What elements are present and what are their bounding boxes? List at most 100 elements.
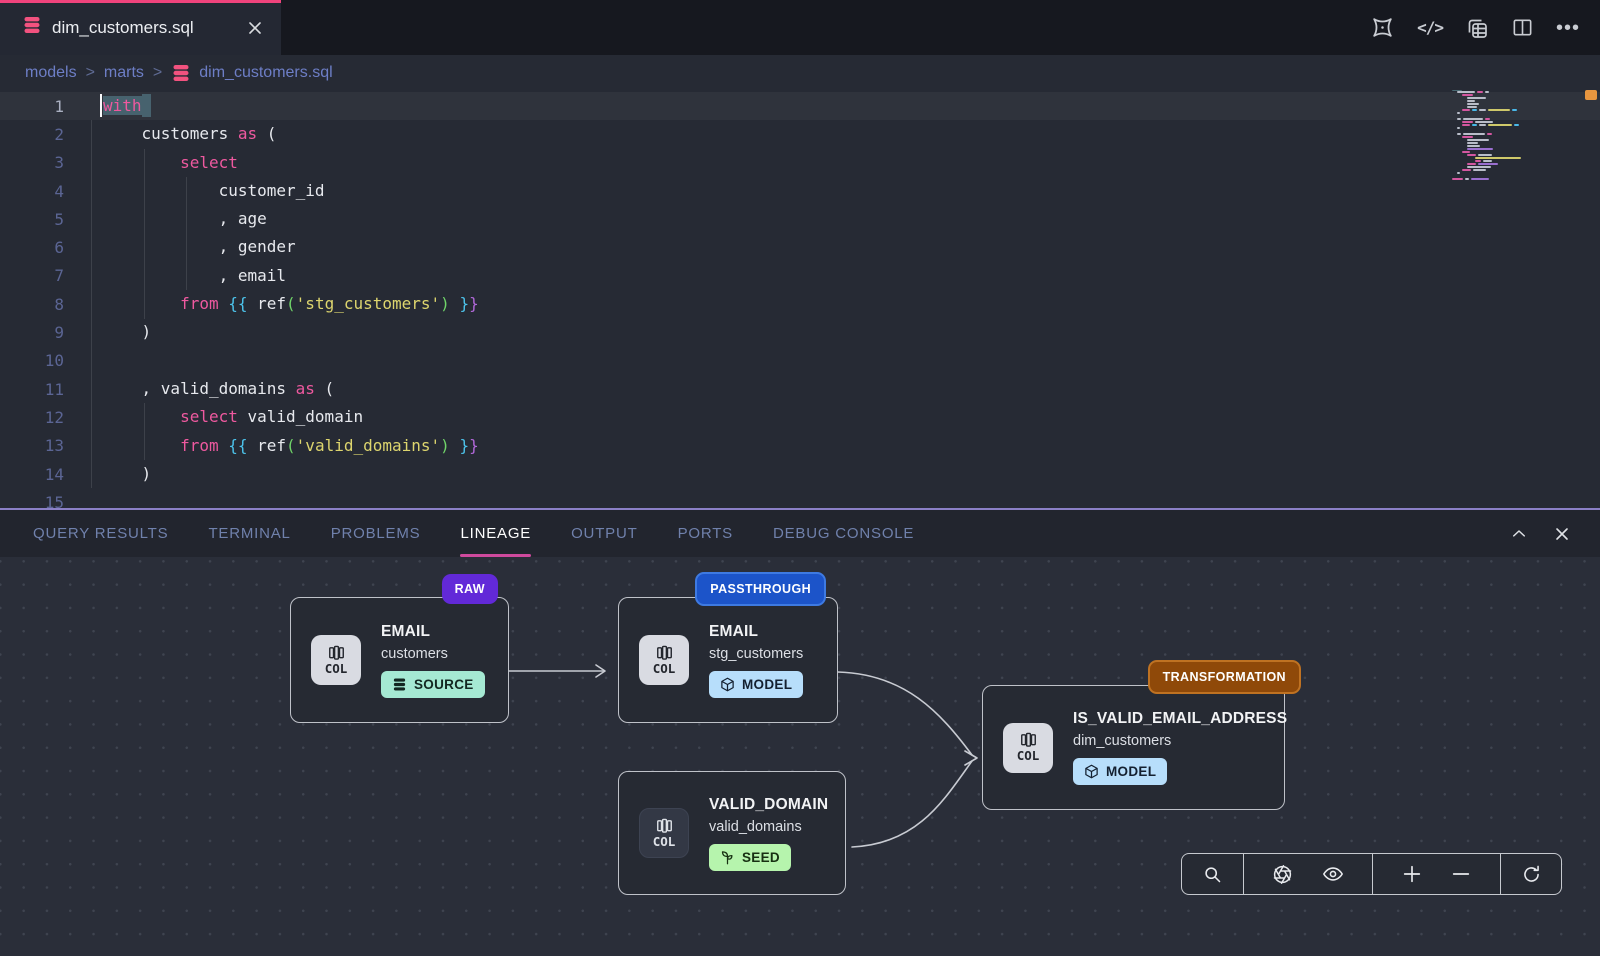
- columns-icon: [656, 645, 673, 660]
- editor-tab-bar: dim_customers.sql </> •••: [0, 0, 1600, 55]
- overview-ruler-marker: [1585, 90, 1597, 100]
- code-line-3[interactable]: 3 select: [0, 149, 1600, 177]
- code-line-7[interactable]: 7 , email: [0, 262, 1600, 290]
- line-number: 11: [0, 380, 64, 399]
- code-line-15[interactable]: 15: [0, 488, 1600, 508]
- code-line-12[interactable]: 12 select valid_domain: [0, 403, 1600, 431]
- search-button[interactable]: [1202, 864, 1223, 885]
- code-line-6[interactable]: 6 , gender: [0, 233, 1600, 261]
- line-number: 2: [0, 125, 64, 144]
- lineage-node-customers[interactable]: RAWCOLEMAILcustomersSOURCE: [290, 597, 509, 723]
- code-line-9[interactable]: 9 ): [0, 318, 1600, 346]
- lineage-badge-raw: RAW: [442, 574, 498, 604]
- column-chip-label: COL: [653, 661, 676, 676]
- code-text: ): [103, 460, 151, 488]
- node-table-name: valid_domains: [709, 819, 802, 835]
- panel-tab-problems[interactable]: PROBLEMS: [331, 510, 421, 557]
- panel-tab-output[interactable]: OUTPUT: [571, 510, 637, 557]
- node-column-name: EMAIL: [709, 623, 758, 641]
- code-line-13[interactable]: 13 from {{ ref('valid_domains') }}: [0, 432, 1600, 460]
- sprout-icon: [720, 850, 735, 865]
- column-chip: COL: [639, 808, 689, 858]
- line-number: 8: [0, 295, 64, 314]
- aperture-icon: [1272, 864, 1293, 885]
- code-line-14[interactable]: 14 ): [0, 460, 1600, 488]
- code-line-1[interactable]: 1 with: [0, 92, 1600, 120]
- breadcrumb-file[interactable]: dim_customers.sql: [171, 63, 332, 83]
- line-number: 5: [0, 210, 64, 229]
- copy-table-icon[interactable]: [1465, 16, 1489, 40]
- line-number: 1: [0, 97, 64, 116]
- close-icon[interactable]: [247, 20, 263, 36]
- lineage-node-dim_customers[interactable]: TRANSFORMATIONCOLIS_VALID_EMAIL_ADDRESSd…: [982, 685, 1285, 810]
- code-line-4[interactable]: 4 customer_id: [0, 177, 1600, 205]
- chevron-up-icon[interactable]: [1510, 525, 1528, 543]
- eye-icon: [1322, 863, 1344, 885]
- panel-tab-query-results[interactable]: QUERY RESULTS: [33, 510, 168, 557]
- lineage-node-valid_domains[interactable]: COLVALID_DOMAINvalid_domainsSEED: [618, 771, 846, 895]
- database-icon: [392, 677, 407, 692]
- zoom-in-button[interactable]: [1401, 863, 1423, 885]
- code-lines: 1with2 customers as (3 select4 customer_…: [0, 92, 1600, 508]
- breadcrumb-item-marts[interactable]: marts: [104, 64, 144, 82]
- minimap[interactable]: [1452, 90, 1580, 181]
- breadcrumb-separator: >: [86, 64, 95, 82]
- code-text: ): [103, 318, 151, 346]
- visibility-button[interactable]: [1322, 863, 1344, 885]
- zoom-out-button[interactable]: [1450, 863, 1472, 885]
- toolbar-group: [1373, 854, 1501, 894]
- lineage-badge-transformation: TRANSFORMATION: [1148, 660, 1301, 694]
- dbt-icon[interactable]: [1370, 15, 1395, 40]
- line-number: 4: [0, 182, 64, 201]
- lineage-canvas[interactable]: RAW COL EMAIL customers SOURCE PASSTHROUGH COL…: [0, 557, 1600, 956]
- panel-tab-debug-console[interactable]: DEBUG CONSOLE: [773, 510, 914, 557]
- snapshot-button[interactable]: [1272, 864, 1293, 885]
- code-text: with: [103, 92, 142, 120]
- node-table-name: stg_customers: [709, 646, 803, 662]
- refresh-button[interactable]: [1521, 864, 1542, 885]
- breadcrumb: models > marts > dim_customers.sql: [0, 55, 1600, 90]
- column-chip-label: COL: [325, 661, 348, 676]
- code-line-11[interactable]: 11 , valid_domains as (: [0, 375, 1600, 403]
- lineage-toolbar: [1181, 853, 1562, 895]
- panel-tab-terminal[interactable]: TERMINAL: [208, 510, 290, 557]
- node-column-name: VALID_DOMAIN: [709, 796, 828, 814]
- code-editor[interactable]: 1with2 customers as (3 select4 customer_…: [0, 90, 1600, 508]
- breadcrumb-separator: >: [153, 64, 162, 82]
- panel-tab-lineage[interactable]: LINEAGE: [460, 510, 531, 557]
- node-column-name: IS_VALID_EMAIL_ADDRESS: [1073, 710, 1287, 728]
- lineage-node-stg_customers[interactable]: PASSTHROUGHCOLEMAILstg_customersMODEL: [618, 597, 838, 723]
- code-text: , valid_domains as (: [103, 375, 334, 403]
- lineage-badge-passthrough: PASSTHROUGH: [695, 572, 826, 606]
- dbt-ide-window: dim_customers.sql </> ••• models > marts > di…: [0, 0, 1600, 956]
- edge-arrowhead: [965, 751, 977, 765]
- node-table-name: customers: [381, 646, 448, 662]
- more-icon[interactable]: •••: [1556, 23, 1580, 33]
- line-number: 14: [0, 465, 64, 484]
- code-text: customers as (: [103, 120, 276, 148]
- split-editor-icon[interactable]: [1511, 16, 1534, 39]
- breadcrumb-filename: dim_customers.sql: [199, 64, 332, 82]
- node-type-badge-source: SOURCE: [381, 671, 485, 698]
- edge-arrowhead: [596, 665, 605, 677]
- code-line-2[interactable]: 2 customers as (: [0, 120, 1600, 148]
- node-type-label: MODEL: [742, 677, 792, 692]
- breadcrumb-item-models[interactable]: models: [25, 64, 77, 82]
- code-line-10[interactable]: 10: [0, 347, 1600, 375]
- close-icon[interactable]: [1554, 526, 1570, 542]
- database-pink-icon: [22, 15, 42, 40]
- panel-tab-ports[interactable]: PORTS: [678, 510, 733, 557]
- columns-icon: [328, 645, 345, 660]
- code-line-8[interactable]: 8 from {{ ref('stg_customers') }}: [0, 290, 1600, 318]
- editor-tab-dim-customers[interactable]: dim_customers.sql: [0, 0, 281, 55]
- code-icon[interactable]: </>: [1417, 18, 1443, 37]
- code-text: , age: [103, 205, 267, 233]
- code-text: , gender: [103, 233, 296, 261]
- bottom-panel-header: QUERY RESULTS TERMINAL PROBLEMS LINEAGE OUTP…: [0, 508, 1600, 557]
- node-table-name: dim_customers: [1073, 733, 1171, 749]
- cube-icon: [1084, 764, 1099, 779]
- code-line-5[interactable]: 5 , age: [0, 205, 1600, 233]
- line-number: 10: [0, 351, 64, 370]
- edge-seed-to-dim: [852, 761, 972, 847]
- code-text: from {{ ref('stg_customers') }}: [103, 290, 479, 318]
